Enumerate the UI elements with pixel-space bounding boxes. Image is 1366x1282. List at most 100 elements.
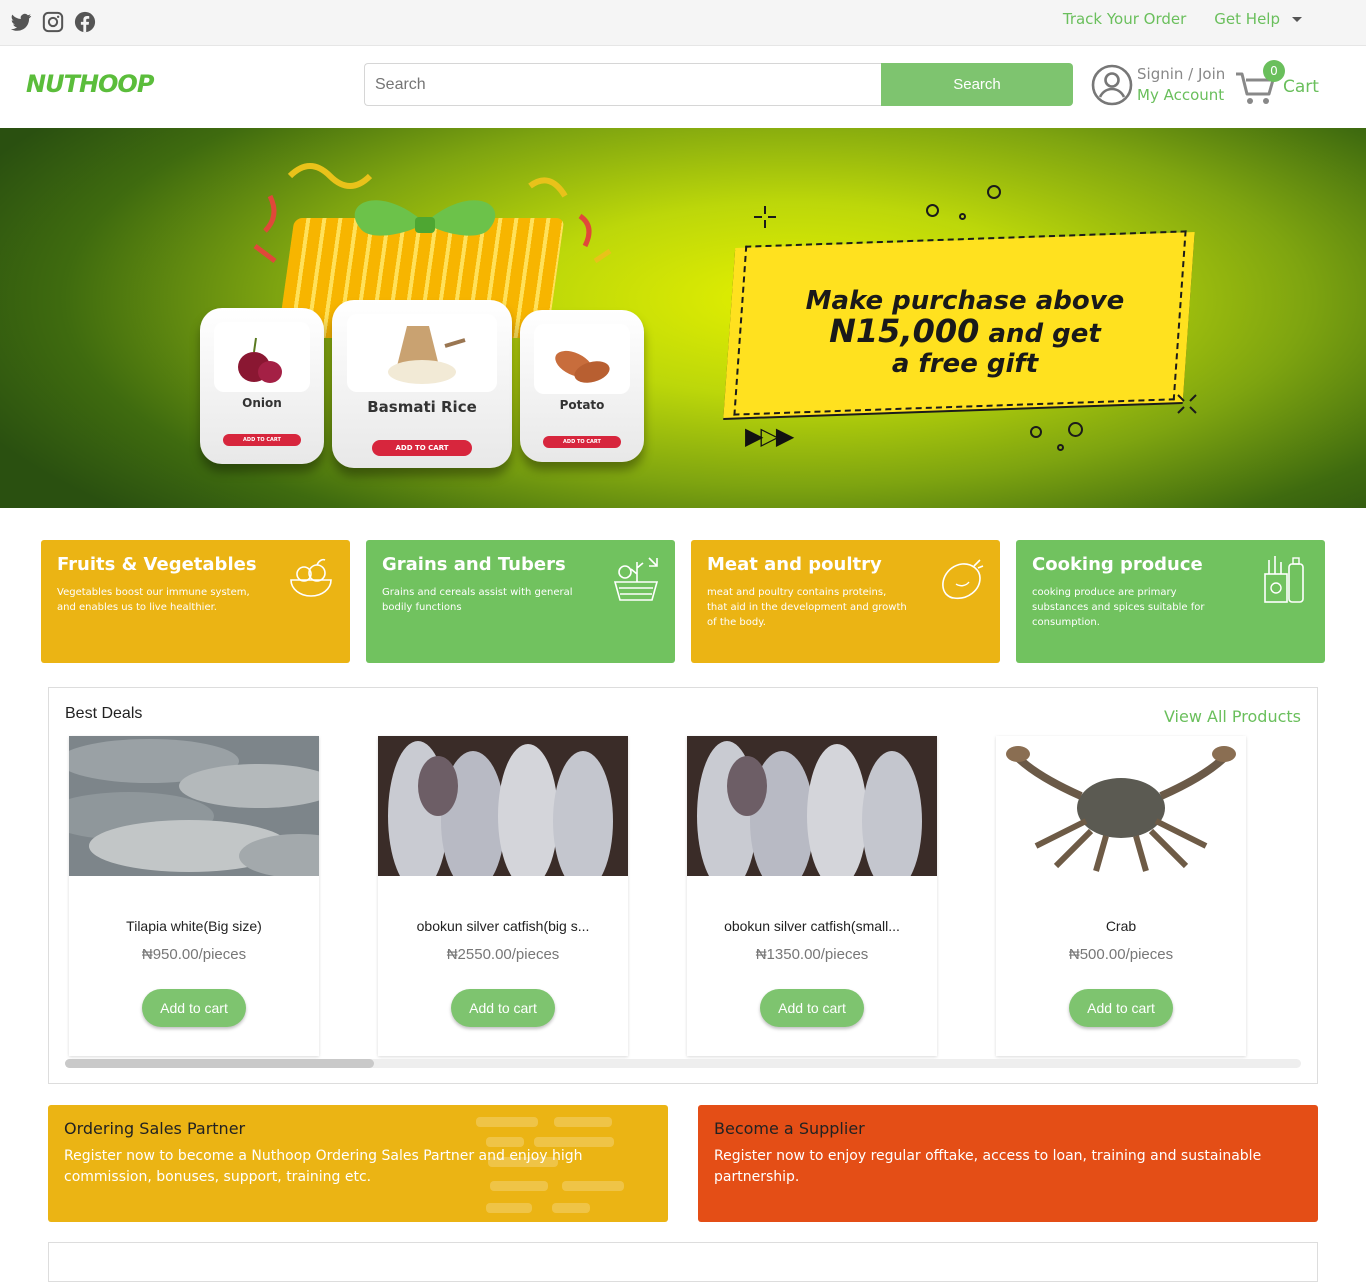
product-price: ₦2550.00/pieces — [446, 946, 560, 963]
signin-join-link[interactable]: Signin / Join — [1137, 64, 1225, 85]
logo[interactable]: NUTHOOP — [26, 70, 154, 98]
add-to-cart-button[interactable]: Add to cart — [1069, 989, 1173, 1027]
cart-count-badge: 0 — [1263, 60, 1285, 82]
top-links: Track Your Order Get Help — [1063, 10, 1302, 28]
category-meat-poultry[interactable]: Meat and poultry meat and poultry contai… — [691, 540, 1000, 663]
product-name: Tilapia white(Big size) — [126, 918, 262, 934]
hero-product-add-button: ADD TO CART — [543, 436, 621, 448]
circle-decoration — [1068, 422, 1083, 437]
category-fruits-vegetables[interactable]: Fruits & Vegetables Vegetables boost our… — [41, 540, 350, 663]
hero-product-name: Potato — [559, 398, 605, 412]
category-cooking-produce[interactable]: Cooking produce cooking produce are prim… — [1016, 540, 1325, 663]
banner-description: Register now to become a Nuthoop Orderin… — [64, 1148, 583, 1185]
groceries-icon — [1264, 556, 1304, 603]
onion-image — [214, 322, 310, 392]
cart-label: Cart — [1283, 77, 1319, 97]
promo-amount: N15,000 — [829, 312, 980, 350]
scrollbar-thumb[interactable] — [65, 1059, 374, 1068]
add-to-cart-button[interactable]: Add to cart — [451, 989, 555, 1027]
sparkle-icon — [754, 206, 776, 228]
hero-product-rice: Basmati Rice ADD TO CART — [332, 300, 512, 468]
my-account-link[interactable]: My Account — [1137, 85, 1225, 106]
cart-button[interactable]: 0 Cart — [1234, 60, 1324, 110]
onion-icon — [238, 337, 282, 383]
rice-image — [347, 314, 497, 392]
account-text: Signin / Join My Account — [1137, 64, 1225, 106]
product-price: ₦500.00/pieces — [1068, 946, 1174, 963]
potato-icon — [555, 350, 610, 383]
add-to-cart-button[interactable]: Add to cart — [142, 989, 246, 1027]
product-price: ₦1350.00/pieces — [755, 946, 869, 963]
play-arrows-icon: ▶▷▶ — [745, 422, 794, 450]
search-button[interactable]: Search — [881, 63, 1073, 106]
twitter-icon[interactable] — [10, 11, 32, 33]
grain-basket-icon — [613, 557, 659, 601]
rice-sack-icon — [388, 326, 466, 384]
product-price: ₦950.00/pieces — [141, 946, 247, 963]
search-input[interactable] — [364, 63, 881, 106]
hero-product-name: Basmati Rice — [367, 398, 477, 416]
product-name: obokun silver catfish(big s... — [416, 918, 590, 934]
product-name: Crab — [1105, 918, 1137, 934]
track-order-link[interactable]: Track Your Order — [1063, 10, 1186, 28]
promo-headline: Make purchase above N15,000 and get a fr… — [780, 286, 1150, 379]
header: NUTHOOP Search Signin / Join My Account … — [0, 46, 1366, 128]
instagram-icon[interactable] — [42, 11, 64, 33]
category-cards: Fruits & Vegetables Vegetables boost our… — [41, 540, 1325, 663]
banner-title: Become a Supplier — [714, 1119, 865, 1138]
category-grains-tubers[interactable]: Grains and Tubers Grains and cereals ass… — [366, 540, 675, 663]
category-description: Vegetables boost our immune system, and … — [57, 587, 250, 613]
banner-description: Register now to enjoy regular offtake, a… — [714, 1148, 1262, 1185]
product-card[interactable]: Crab ₦500.00/pieces Add to cart — [996, 736, 1246, 1056]
user-icon — [1091, 64, 1133, 106]
category-description: Grains and cereals assist with general b… — [382, 587, 573, 613]
hero-product-onion: Onion ADD TO CART — [200, 308, 324, 464]
tilapia-image — [44, 736, 359, 878]
category-description: meat and poultry contains proteins, that… — [707, 587, 907, 628]
promo-line-2: N15,000 and get — [780, 315, 1150, 349]
promo-line-2b: and get — [988, 319, 1101, 349]
get-help-menu[interactable]: Get Help — [1214, 10, 1302, 28]
category-description: cooking produce are primary substances a… — [1032, 587, 1205, 628]
supplier-banner[interactable]: Become a Supplier Register now to enjoy … — [698, 1105, 1318, 1222]
circle-decoration — [959, 213, 966, 220]
chevron-down-icon — [1292, 17, 1302, 22]
deals-carousel: Tilapia white(Big size) ₦950.00/pieces A… — [44, 736, 1246, 1056]
account-menu[interactable]: Signin / Join My Account — [1091, 64, 1225, 106]
crab-image — [996, 736, 1246, 876]
next-section — [48, 1242, 1318, 1282]
get-help-label: Get Help — [1214, 10, 1280, 28]
sparkle-icon — [1177, 394, 1197, 414]
best-deals-section: Best Deals View All Products Tilapia whi… — [44, 687, 1318, 1084]
sales-partner-banner[interactable]: Ordering Sales Partner Register now to b… — [48, 1105, 668, 1222]
hero-product-name: Onion — [242, 396, 282, 410]
add-to-cart-button[interactable]: Add to cart — [760, 989, 864, 1027]
product-card[interactable]: obokun silver catfish(small... ₦1350.00/… — [687, 736, 937, 1056]
circle-decoration — [926, 204, 939, 217]
facebook-icon[interactable] — [74, 11, 96, 33]
product-card[interactable]: obokun silver catfish(big s... ₦2550.00/… — [378, 736, 628, 1056]
promo-line-3: a free gift — [891, 349, 1039, 379]
circle-decoration — [987, 185, 1001, 199]
chicken-icon — [942, 559, 984, 600]
hero-product-add-button: ADD TO CART — [223, 434, 301, 446]
section-title: Best Deals — [65, 705, 143, 722]
ribbon-bow-icon — [354, 200, 496, 236]
product-card[interactable]: Tilapia white(Big size) ₦950.00/pieces A… — [44, 736, 359, 1056]
carousel-scrollbar[interactable] — [65, 1059, 1301, 1068]
view-all-products-link[interactable]: View All Products — [1164, 707, 1301, 726]
product-name: obokun silver catfish(small... — [724, 918, 900, 934]
circle-decoration — [1057, 444, 1064, 451]
catfish-image — [378, 736, 628, 891]
fruit-bowl-icon — [290, 558, 332, 597]
catfish-image — [687, 736, 937, 891]
circle-decoration — [1030, 426, 1042, 438]
top-bar: Track Your Order Get Help — [0, 0, 1366, 46]
search-bar: Search — [364, 63, 1073, 106]
social-links — [10, 11, 96, 33]
banner-title: Ordering Sales Partner — [64, 1119, 246, 1138]
potato-image — [534, 324, 630, 394]
hero-product-add-button: ADD TO CART — [372, 440, 472, 456]
hero-product-potato: Potato ADD TO CART — [520, 310, 644, 462]
promo-banner[interactable]: Onion ADD TO CART Basmati Rice ADD TO CA… — [0, 128, 1366, 508]
